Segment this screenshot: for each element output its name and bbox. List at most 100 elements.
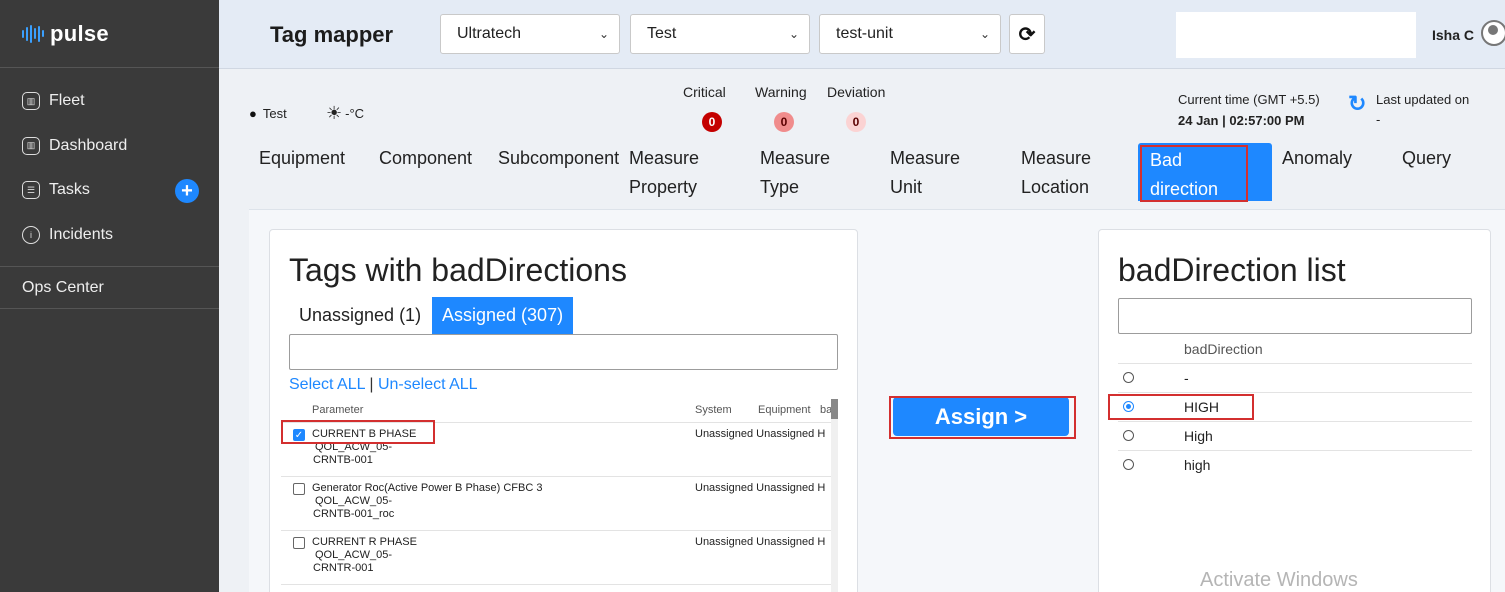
location-name: Test [262, 106, 287, 121]
assign-button[interactable]: Assign > [893, 397, 1069, 436]
tab-label: Type [760, 177, 800, 197]
info-icon: i [22, 225, 40, 244]
column-header-parameter[interactable]: Parameter [312, 404, 363, 416]
tab-equipment[interactable]: Equipment [259, 144, 345, 173]
activate-windows-watermark: Activate Windows [1200, 569, 1358, 591]
tab-measure-property[interactable]: Measure Property [629, 144, 699, 202]
unselect-all-link[interactable]: Un-select ALL [378, 376, 478, 393]
radio-button[interactable] [1123, 430, 1134, 441]
tags-search-input[interactable] [289, 334, 838, 370]
sidebar-item-incidents[interactable]: i Incidents [0, 213, 219, 258]
row-parameter: CURRENT R PHASE QOL_ACW_05- CRNTR-001 [312, 536, 417, 575]
tab-label: Anomaly [1282, 148, 1353, 168]
sidebar: pulse ▥ Fleet ▥ Dashboard ☰ Tasks + i In… [0, 0, 219, 592]
table-row[interactable] [281, 584, 831, 592]
tab-unassigned[interactable]: Unassigned (1) [289, 297, 431, 334]
parameter-name: CURRENT B PHASE [312, 428, 417, 440]
add-task-button[interactable]: + [175, 179, 199, 203]
unit-select[interactable]: test-unit ⌄ [819, 14, 1001, 54]
critical-count-badge[interactable]: 0 [702, 112, 722, 132]
table-scrollbar[interactable] [831, 399, 838, 592]
tasks-icon: ☰ [22, 181, 40, 200]
tab-assigned[interactable]: Assigned (307) [432, 297, 574, 334]
tab-label: Measure [629, 148, 700, 168]
sidebar-item-label: Tasks [49, 181, 90, 199]
tab-measure-location[interactable]: Measure Location [1021, 144, 1091, 202]
tab-measure-unit[interactable]: Measure Unit [890, 144, 960, 202]
row-checkbox[interactable]: ✓ [293, 429, 305, 441]
bad-direction-search-input[interactable] [1118, 298, 1472, 334]
table-row[interactable]: CURRENT R PHASE QOL_ACW_05- CRNTR-001 Un… [281, 530, 831, 584]
bad-direction-card-title: badDirection list [1118, 252, 1346, 288]
user-name[interactable]: Isha C [1432, 27, 1474, 43]
row-bad-direction: H [817, 482, 826, 494]
refresh-button[interactable]: ⟳ [1009, 14, 1045, 54]
parameter-tag: CRNTB-001 [313, 454, 373, 466]
sidebar-item-fleet[interactable]: ▥ Fleet [0, 79, 219, 124]
table-row[interactable]: Generator Roc(Active Power B Phase) CFBC… [281, 476, 831, 530]
parameter-name: Generator Roc(Active Power B Phase) CFBC… [312, 482, 543, 494]
row-bad-direction: H [817, 428, 826, 440]
parameter-tag: CRNTB-001_roc [313, 508, 395, 520]
column-header-equipment[interactable]: Equipment [758, 404, 811, 416]
tab-subcomponent[interactable]: Subcomponent [498, 144, 619, 173]
row-system: Unassigned [695, 428, 754, 440]
location-indicator: ● Test [249, 106, 287, 121]
tab-label: Property [629, 177, 698, 197]
avatar[interactable] [1481, 20, 1505, 46]
tab-component[interactable]: Component [379, 144, 472, 173]
sidebar-item-dashboard[interactable]: ▥ Dashboard [0, 124, 219, 169]
tab-anomaly[interactable]: Anomaly [1282, 144, 1352, 173]
option-label: - [1184, 370, 1189, 386]
logo-text: pulse [50, 20, 109, 46]
option-label: HIGH [1184, 399, 1219, 415]
list-item[interactable]: - [1118, 363, 1472, 392]
column-header-system[interactable]: System [695, 404, 732, 416]
selection-links: Select ALL | Un-select ALL [289, 376, 478, 394]
critical-label: Critical [683, 84, 726, 100]
warning-count-badge[interactable]: 0 [774, 112, 794, 132]
list-item[interactable]: high [1118, 450, 1472, 479]
list-item[interactable]: High [1118, 421, 1472, 450]
tab-query[interactable]: Query [1402, 144, 1451, 173]
header-search-box[interactable] [1176, 12, 1416, 58]
table-row[interactable]: ✓ CURRENT B PHASE QOL_ACW_05- CRNTB-001 … [281, 422, 831, 476]
sidebar-item-ops-center[interactable]: Ops Center [0, 267, 219, 309]
row-parameter: CURRENT B PHASE QOL_ACW_05- CRNTB-001 [312, 428, 416, 467]
sidebar-item-label: Incidents [49, 225, 114, 243]
warning-label: Warning [755, 84, 807, 100]
row-checkbox[interactable] [293, 537, 305, 549]
parameter-tag: CRNTR-001 [313, 562, 374, 574]
row-checkbox[interactable] [293, 483, 305, 495]
row-system: Unassigned [695, 536, 754, 548]
plant-select[interactable]: Test ⌄ [630, 14, 810, 54]
logo[interactable]: pulse [0, 0, 219, 68]
tab-label: Query [1402, 148, 1452, 168]
sidebar-item-tasks[interactable]: ☰ Tasks + [0, 168, 219, 213]
list-item[interactable]: HIGH [1118, 392, 1472, 421]
parameter-tag: QOL_ACW_05- [315, 495, 393, 507]
pulse-logo-icon [22, 24, 44, 43]
chevron-down-icon: ⌄ [788, 27, 799, 41]
tab-label: Measure [890, 148, 961, 168]
parameter-tag: QOL_ACW_05- [315, 441, 393, 453]
company-select[interactable]: Ultratech ⌄ [440, 14, 620, 54]
select-all-link[interactable]: Select ALL [289, 376, 365, 393]
temperature-value: -°C [345, 105, 365, 121]
tab-bad-direction[interactable]: Bad direction [1138, 143, 1272, 201]
last-updated-label: Last updated on [1376, 92, 1470, 107]
last-updated-value: - [1376, 112, 1381, 127]
tab-label: Bad [1150, 150, 1183, 170]
row-bad-direction: H [817, 536, 826, 548]
radio-button[interactable] [1123, 459, 1134, 470]
tab-label: Subcomponent [498, 148, 620, 168]
radio-button[interactable] [1123, 401, 1134, 412]
deviation-count-badge[interactable]: 0 [846, 112, 866, 132]
select-value: Test [647, 25, 677, 42]
map-pin-icon: ● [249, 106, 257, 121]
tab-measure-type[interactable]: Measure Type [760, 144, 830, 202]
refresh-data-icon[interactable]: ↻ [1348, 91, 1366, 117]
tab-label: direction [1150, 179, 1219, 199]
radio-button[interactable] [1123, 372, 1134, 383]
sun-icon: ☀ [326, 103, 343, 123]
